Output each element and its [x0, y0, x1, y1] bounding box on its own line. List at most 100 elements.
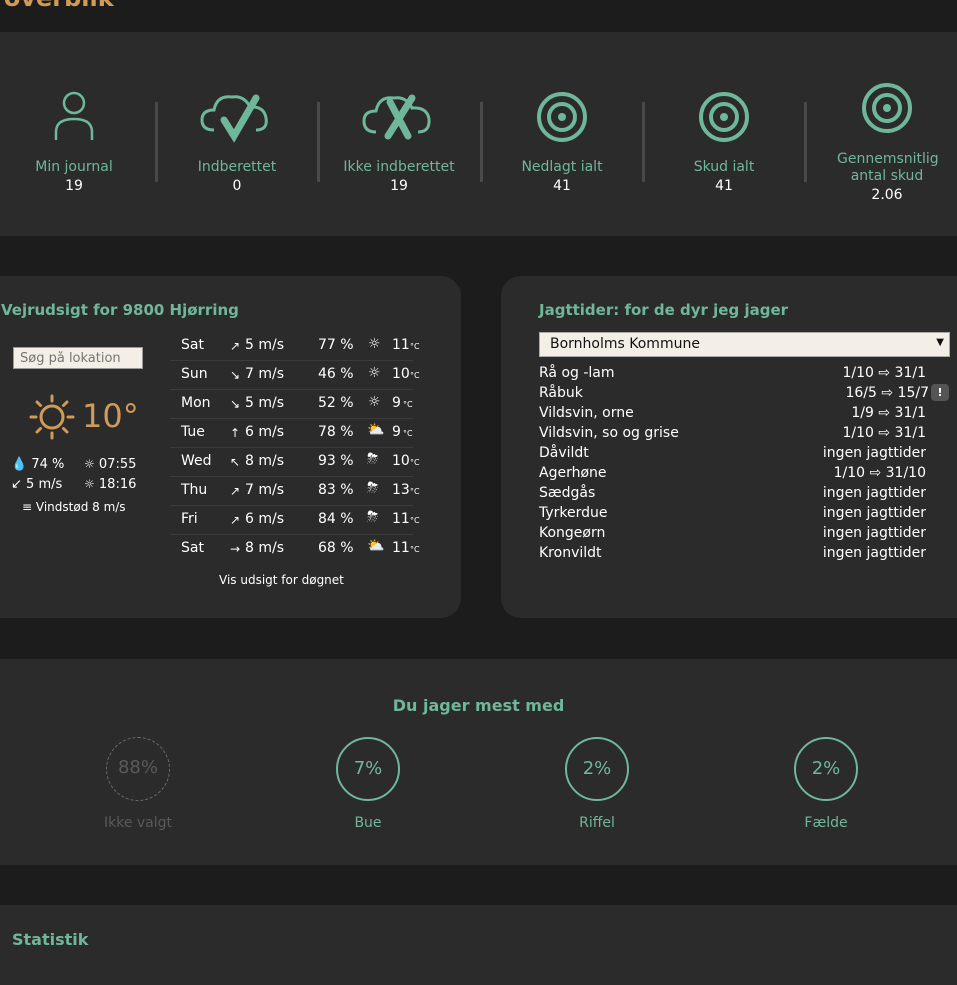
forecast-humidity: 52 %	[318, 395, 354, 411]
weather-card: Vejrudsigt for 9800 Hjørring 10° 💧 74 % …	[0, 276, 461, 618]
forecast-humidity: 84 %	[318, 511, 354, 527]
forecast-wind: 8 m/s	[245, 540, 285, 556]
rain-sun-icon: ⛈	[367, 451, 379, 467]
rain-sun-icon: ⛈	[367, 480, 379, 496]
stat-label: Nedlagt ialt	[521, 159, 603, 175]
forecast-temp: 9	[392, 424, 401, 440]
season-row: Kongeørn ingen jagttider	[539, 525, 926, 545]
season-row: Agerhøne 1/10 ⇨ 31/10	[539, 465, 926, 485]
forecast-row: Thu ↗ 7 m/s 83 % ⛈ 13 °C	[170, 476, 420, 506]
weapon-item[interactable]: 2% Riffel	[527, 737, 667, 831]
location-search-input[interactable]	[13, 347, 143, 369]
sun-icon	[29, 394, 75, 440]
forecast-temp: 11	[392, 540, 410, 556]
species-name: Rå og -lam	[539, 365, 615, 381]
forecast-temp: 9	[392, 395, 401, 411]
forecast-day: Tue	[181, 424, 205, 440]
stat-ikke-indberettet[interactable]: Ikke indberettet 19	[334, 32, 464, 236]
selected-municipality: Bornholms Kommune	[550, 336, 700, 352]
season-period: 16/5 ⇨ 15/7	[845, 385, 929, 401]
municipality-select[interactable]: Bornholms Kommune ▼	[539, 332, 950, 357]
season-row: Sædgås ingen jagttider	[539, 485, 926, 505]
forecast-row: Fri ↗ 6 m/s 84 % ⛈ 11 °C	[170, 505, 420, 535]
sunset-time: 18:16	[98, 477, 137, 492]
temp-unit: °C	[410, 371, 420, 380]
stat-indberettet[interactable]: Indberettet 0	[172, 32, 302, 236]
season-period: ingen jagttider	[822, 525, 926, 541]
forecast-row: Sat → 8 m/s 68 % ⛅ 11 °C	[170, 534, 420, 563]
stat-label: Min journal	[35, 159, 113, 175]
divider	[642, 102, 645, 182]
wind-arrow-icon: ↙	[11, 477, 22, 492]
forecast-humidity: 68 %	[318, 540, 354, 556]
target-icon	[862, 83, 912, 133]
forecast-humidity: 93 %	[318, 453, 354, 469]
hunting-seasons-card: Jagttider: for de dyr jeg jager Bornholm…	[501, 276, 957, 618]
weapon-item[interactable]: 88% Ikke valgt	[68, 737, 208, 831]
forecast-wind: 8 m/s	[245, 453, 285, 469]
season-period: 1/10 ⇨ 31/1	[842, 425, 926, 441]
weather-title: Vejrudsigt for 9800 Hjørring	[1, 301, 239, 319]
stat-value: 19	[65, 178, 83, 194]
info-badge[interactable]: !	[931, 384, 949, 401]
weapon-label: Riffel	[579, 815, 615, 831]
wind-direction-icon: ↖	[230, 455, 241, 469]
forecast-humidity: 46 %	[318, 366, 354, 382]
daily-forecast-link[interactable]: Vis udsigt for døgnet	[219, 573, 344, 587]
humidity-icon: 💧	[11, 457, 28, 472]
season-period: 1/9 ⇨ 31/1	[851, 405, 926, 421]
species-name: Dåvildt	[539, 445, 589, 461]
species-name: Kongeørn	[539, 525, 606, 541]
forecast-wind: 5 m/s	[245, 395, 285, 411]
forecast-temp: 11	[392, 337, 410, 353]
wind-direction-icon: →	[230, 542, 241, 556]
stat-gennemsnitlig[interactable]: Gennemsnitlig antal skud 2.06	[822, 32, 952, 236]
season-row: Råbuk 16/5 ⇨ 15/7	[539, 385, 929, 405]
forecast-temp: 13	[392, 482, 410, 498]
season-row: Vildsvin, orne 1/9 ⇨ 31/1	[539, 405, 926, 425]
forecast-row: Mon ↘ 5 m/s 52 % ☼ 9 °C	[170, 389, 413, 419]
temp-unit: °C	[410, 342, 420, 351]
forecast-day: Wed	[181, 453, 212, 469]
wind-value: 5 m/s	[26, 477, 63, 492]
season-period: ingen jagttider	[822, 505, 926, 521]
weapons-card: Du jager mest med 88% Ikke valgt 7% Bue …	[0, 659, 957, 865]
species-name: Vildsvin, so og grise	[539, 425, 679, 441]
percent-ring: 7%	[336, 737, 400, 801]
weapon-item[interactable]: 7% Bue	[298, 737, 438, 831]
species-name: Kronvildt	[539, 545, 602, 561]
season-period: ingen jagttider	[822, 545, 926, 561]
sunset-icon: ☼	[84, 477, 95, 491]
stat-value: 41	[553, 178, 571, 194]
season-row: Tyrkerdue ingen jagttider	[539, 505, 926, 525]
humidity-value: 74 %	[31, 457, 65, 472]
forecast-day: Sun	[181, 366, 208, 382]
season-period: ingen jagttider	[822, 445, 926, 461]
forecast-row: Tue ↑ 6 m/s 78 % ⛅ 9 °C	[170, 418, 413, 448]
rain-sun-icon: ⛈	[367, 509, 379, 525]
stat-min-journal[interactable]: Min journal 19	[9, 32, 139, 236]
season-row: Dåvildt ingen jagttider	[539, 445, 926, 465]
temp-unit: °C	[410, 458, 420, 467]
wind-direction-icon: ↗	[230, 513, 241, 527]
forecast-wind: 5 m/s	[245, 337, 285, 353]
target-icon	[699, 92, 749, 142]
gust-value: Vindstød 8 m/s	[35, 500, 126, 514]
forecast-humidity: 83 %	[318, 482, 354, 498]
weapon-label: Bue	[354, 815, 382, 831]
sun-icon: ☼	[368, 394, 381, 410]
stat-nedlagt-ialt[interactable]: Nedlagt ialt 41	[497, 32, 627, 236]
temp-unit: °C	[410, 487, 420, 496]
stat-value: 19	[390, 178, 408, 194]
weapon-item[interactable]: 2% Fælde	[756, 737, 896, 831]
stat-label: Indberettet	[197, 159, 277, 175]
forecast-wind: 6 m/s	[245, 424, 285, 440]
weapon-label: Fælde	[804, 815, 848, 831]
forecast-temp: 10	[392, 366, 410, 382]
percent-ring: 2%	[794, 737, 858, 801]
forecast-temp: 10	[392, 453, 410, 469]
stat-skud-ialt[interactable]: Skud ialt 41	[659, 32, 789, 236]
season-period: ingen jagttider	[822, 485, 926, 501]
wind-direction-icon: ↑	[230, 426, 241, 440]
divider	[804, 102, 807, 182]
